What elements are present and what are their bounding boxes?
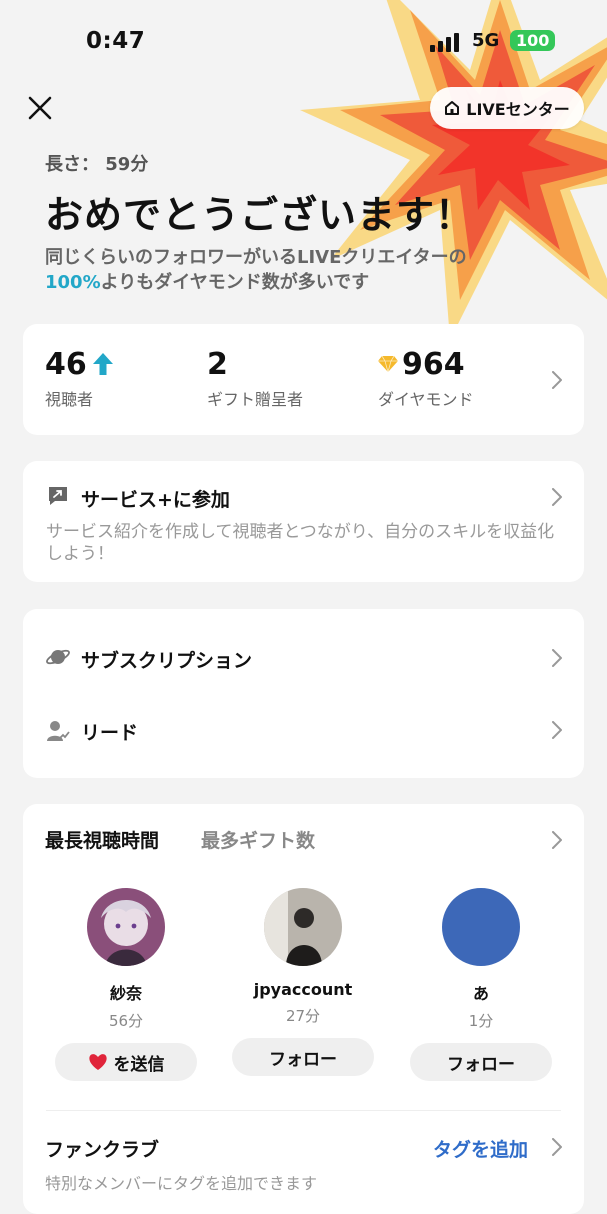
viewer-duration: 27分 [285, 1007, 321, 1025]
viewer-name: 紗奈 [109, 984, 142, 1003]
chevron-right-icon[interactable] [552, 831, 562, 849]
subscription-row[interactable]: サブスクリプション [23, 609, 584, 693]
duration-line: 長さ： 59分 [45, 150, 585, 176]
summary-percent: 100% [45, 272, 101, 293]
avatar[interactable] [87, 888, 165, 966]
service-title: サービス+に参加 [81, 489, 230, 511]
tab-most-gifts[interactable]: 最多ギフト数 [201, 826, 315, 853]
chevron-right-icon [552, 1138, 562, 1156]
battery-indicator: 100 [510, 30, 556, 51]
tab-longest-watch-time[interactable]: 最長視聴時間 [45, 826, 159, 853]
viewer-item: あ 1分 フォロー [401, 888, 561, 1081]
diamonds-label: ダイヤモンド [378, 390, 474, 409]
duration-label: 長さ： [45, 154, 99, 175]
status-time: 0:47 [86, 28, 146, 54]
home-icon [445, 101, 460, 115]
chevron-right-icon [552, 721, 562, 739]
chevron-right-icon [552, 371, 562, 389]
subscription-label: サブスクリプション [81, 650, 253, 672]
viewer-duration: 56分 [108, 1012, 144, 1030]
close-icon[interactable] [26, 94, 54, 122]
diamonds-value: 964 [402, 346, 465, 382]
follow-button[interactable]: フォロー [232, 1038, 374, 1076]
service-plus-card[interactable]: サービス+に参加 サービス紹介を作成して視聴者とつながり、自分のスキルを収益化し… [23, 461, 584, 582]
gifters-label: ギフト贈呈者 [207, 390, 304, 409]
add-tag-link[interactable]: タグを追加 [433, 1135, 528, 1162]
stat-gifters: 2 ギフト贈呈者 [207, 344, 303, 410]
service-description: サービス紹介を作成して視聴者とつながり、自分のスキルを収益化しよう！ [46, 522, 555, 564]
viewer-item: jpyaccount 27分 フォロー [223, 888, 383, 1076]
send-heart-button[interactable]: を送信 [55, 1043, 197, 1081]
page-title: おめでとうございます！ [45, 193, 475, 237]
duration-value: 59分 [105, 154, 149, 175]
user-growth-icon [47, 721, 70, 741]
service-promo-icon [49, 487, 67, 505]
planet-icon [46, 649, 70, 665]
chevron-right-icon [552, 649, 562, 667]
leads-label: リード [81, 722, 139, 744]
chevron-right-icon [552, 488, 562, 506]
ranking-summary: 同じくらいのフォロワーがいるLIVEクリエイターの 100%よりもダイヤモンド数… [45, 245, 585, 295]
gifters-value: 2 [207, 346, 228, 382]
heart-icon [88, 1054, 107, 1070]
arrow-up-icon [92, 353, 113, 375]
fan-club-description: 特別なメンバーにタグを追加できます [45, 1174, 318, 1193]
live-center-label: LIVEセンター [466, 100, 570, 119]
summary-line-1: 同じくらいのフォロワーがいるLIVEクリエイターの [45, 247, 467, 268]
status-bar: 0:47 5G 100 [0, 0, 607, 84]
divider [46, 1110, 561, 1111]
avatar[interactable] [442, 888, 520, 966]
stat-viewers: 46 視聴者 [45, 344, 115, 410]
stats-card[interactable]: 46 視聴者 2 ギフト贈呈者 964 ダイヤモンド [23, 324, 584, 435]
user-photo-image [264, 888, 342, 966]
menu-card: サブスクリプション リード [23, 609, 584, 778]
live-center-button[interactable]: LIVEセンター [430, 87, 584, 129]
stat-diamonds: 964 ダイヤモンド [378, 344, 474, 410]
viewer-item: 紗奈 56分 を送信 [46, 888, 206, 1081]
fan-club-title: ファンクラブ [45, 1139, 160, 1161]
signal-icon [430, 33, 459, 52]
summary-line-2: よりもダイヤモンド数が多いです [100, 272, 370, 293]
diamond-icon [378, 355, 398, 373]
viewers-label: 視聴者 [45, 390, 94, 409]
leads-row[interactable]: リード [23, 693, 584, 778]
network-type: 5G [472, 30, 500, 51]
follow-button[interactable]: フォロー [410, 1043, 552, 1081]
send-heart-label: を送信 [113, 1054, 165, 1075]
viewers-value: 46 [45, 346, 87, 382]
viewer-duration: 1分 [468, 1012, 494, 1030]
top-viewers-card: 最長視聴時間 最多ギフト数 紗奈 56分 を送信 jpyaccount 27分 … [23, 804, 584, 1214]
viewer-name: あ [472, 984, 489, 1003]
hero-section: 長さ： 59分 おめでとうございます！ 同じくらいのフォロワーがいるLIVEクリ… [45, 150, 585, 295]
viewer-name: jpyaccount [253, 980, 353, 999]
anime-avatar-image [87, 888, 165, 966]
avatar[interactable] [264, 888, 342, 966]
